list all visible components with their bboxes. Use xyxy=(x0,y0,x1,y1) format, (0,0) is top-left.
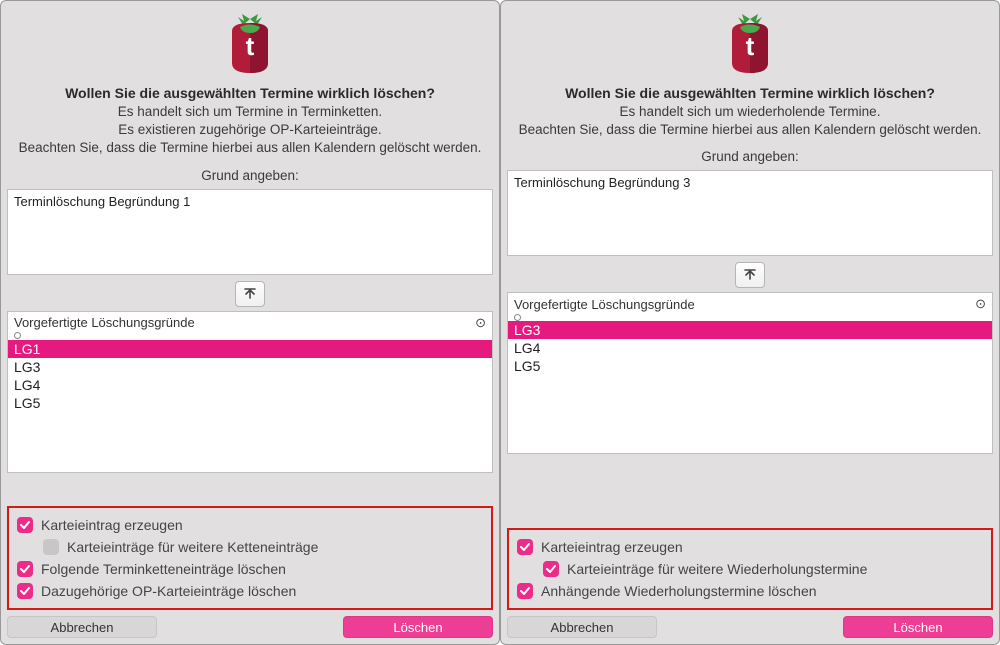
logo-row: t xyxy=(7,13,493,77)
preset-reasons-list[interactable]: LG1 LG3 LG4 LG5 xyxy=(8,340,492,472)
preset-reasons-list[interactable]: LG3 LG4 LG5 xyxy=(508,321,992,453)
checkbox-row[interactable]: Anhängende Wiederholungstermine löschen xyxy=(513,580,987,602)
checkbox-row[interactable]: Karteieinträge für weitere Wiederholungs… xyxy=(513,558,987,580)
list-item[interactable]: LG3 xyxy=(508,321,992,339)
list-item[interactable]: LG1 xyxy=(8,340,492,358)
cancel-button[interactable]: Abbrechen xyxy=(7,616,157,638)
upload-button[interactable] xyxy=(735,262,765,288)
dialog-subline: Es existieren zugehörige OP-Karteieinträ… xyxy=(7,121,493,139)
dialog-subline: Es handelt sich um wiederholende Termine… xyxy=(507,103,993,121)
more-icon[interactable]: ⊙ xyxy=(475,315,486,331)
checkbox-row[interactable]: Karteieinträge für weitere Ketteneinträg… xyxy=(13,536,487,558)
dialog-subline: Es handelt sich um Termine in Terminkett… xyxy=(7,103,493,121)
dialog-subline: Beachten Sie, dass die Termine hierbei a… xyxy=(507,121,993,139)
delete-dialog-right: t Wollen Sie die ausgewählten Termine wi… xyxy=(500,0,1000,645)
upload-button[interactable] xyxy=(235,281,265,307)
checkbox-icon[interactable] xyxy=(543,561,559,577)
reason-textarea[interactable]: Terminlöschung Begründung 3 xyxy=(507,170,993,256)
app-logo-icon: t xyxy=(222,13,278,77)
dialog-headline: Wollen Sie die ausgewählten Termine wirk… xyxy=(7,85,493,101)
dialog-headline: Wollen Sie die ausgewählten Termine wirk… xyxy=(507,85,993,101)
cancel-button[interactable]: Abbrechen xyxy=(507,616,657,638)
button-row: Abbrechen Löschen xyxy=(507,616,993,638)
preset-reasons-header: Vorgefertigte Löschungsgründe ⊙ xyxy=(8,312,492,332)
list-item[interactable]: LG5 xyxy=(508,357,992,375)
delete-button[interactable]: Löschen xyxy=(843,616,993,638)
upload-row xyxy=(7,281,493,307)
options-group: Karteieintrag erzeugen Karteieinträge fü… xyxy=(7,506,493,610)
list-item[interactable]: LG4 xyxy=(8,376,492,394)
divider xyxy=(508,313,992,321)
checkbox-label: Karteieintrag erzeugen xyxy=(41,517,183,533)
preset-reasons-header: Vorgefertigte Löschungsgründe ⊙ xyxy=(508,293,992,313)
logo-row: t xyxy=(507,13,993,77)
upload-icon xyxy=(743,268,757,282)
checkbox-row[interactable]: Dazugehörige OP-Karteieinträge löschen xyxy=(13,580,487,602)
checkbox-row[interactable]: Karteieintrag erzeugen xyxy=(13,514,487,536)
preset-reasons-label: Vorgefertigte Löschungsgründe xyxy=(514,297,695,312)
checkbox-icon[interactable] xyxy=(517,539,533,555)
checkbox-icon[interactable] xyxy=(17,561,33,577)
checkbox-icon[interactable] xyxy=(17,517,33,533)
svg-text:t: t xyxy=(246,31,255,61)
app-logo-icon: t xyxy=(722,13,778,77)
reason-prompt: Grund angeben: xyxy=(507,149,993,164)
checkbox-icon[interactable] xyxy=(517,583,533,599)
checkbox-label: Dazugehörige OP-Karteieinträge löschen xyxy=(41,583,296,599)
checkbox-label: Karteieinträge für weitere Ketteneinträg… xyxy=(67,539,318,555)
divider xyxy=(8,332,492,340)
checkbox-icon[interactable] xyxy=(43,539,59,555)
list-item[interactable]: LG5 xyxy=(8,394,492,412)
dialog-subline: Beachten Sie, dass die Termine hierbei a… xyxy=(7,139,493,157)
button-row: Abbrechen Löschen xyxy=(7,616,493,638)
svg-text:t: t xyxy=(746,31,755,61)
list-item[interactable]: LG3 xyxy=(8,358,492,376)
delete-dialog-left: t Wollen Sie die ausgewählten Termine wi… xyxy=(0,0,500,645)
checkbox-icon[interactable] xyxy=(17,583,33,599)
checkbox-row[interactable]: Folgende Terminketteneinträge löschen xyxy=(13,558,487,580)
options-group: Karteieintrag erzeugen Karteieinträge fü… xyxy=(507,528,993,610)
delete-button[interactable]: Löschen xyxy=(343,616,493,638)
list-item[interactable]: LG4 xyxy=(508,339,992,357)
reason-textarea[interactable]: Terminlöschung Begründung 1 xyxy=(7,189,493,275)
preset-reasons-label: Vorgefertigte Löschungsgründe xyxy=(14,315,195,330)
checkbox-label: Folgende Terminketteneinträge löschen xyxy=(41,561,286,577)
upload-row xyxy=(507,262,993,288)
preset-reasons-panel: Vorgefertigte Löschungsgründe ⊙ LG3 LG4 … xyxy=(507,292,993,454)
checkbox-label: Karteieintrag erzeugen xyxy=(541,539,683,555)
checkbox-row[interactable]: Karteieintrag erzeugen xyxy=(513,536,987,558)
upload-icon xyxy=(243,287,257,301)
checkbox-label: Anhängende Wiederholungstermine löschen xyxy=(541,583,817,599)
reason-prompt: Grund angeben: xyxy=(7,168,493,183)
preset-reasons-panel: Vorgefertigte Löschungsgründe ⊙ LG1 LG3 … xyxy=(7,311,493,473)
more-icon[interactable]: ⊙ xyxy=(975,296,986,312)
checkbox-label: Karteieinträge für weitere Wiederholungs… xyxy=(567,561,867,577)
